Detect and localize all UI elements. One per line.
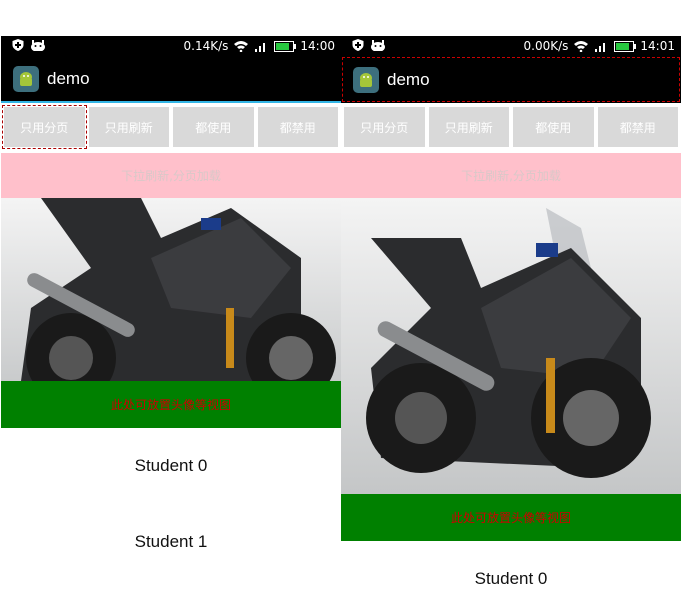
- shield-icon: [352, 39, 364, 51]
- android-icon: [371, 40, 385, 51]
- signal-icon: [595, 43, 606, 52]
- enable-all-button[interactable]: 都使用: [513, 107, 594, 147]
- battery-icon: [274, 40, 297, 52]
- wifi-icon: [234, 41, 249, 52]
- signal-icon: [255, 43, 266, 52]
- action-bar: demo: [1, 56, 341, 103]
- clock: 14:00: [300, 39, 335, 53]
- pull-refresh-hint: 下拉刷新,分页加载: [341, 153, 681, 198]
- motorcycle-image: [1, 198, 341, 381]
- pull-refresh-hint: 下拉刷新,分页加载: [1, 153, 341, 198]
- list-item[interactable]: Student 0: [341, 541, 681, 615]
- enable-all-button[interactable]: 都使用: [173, 107, 254, 147]
- status-bar: 0.00K/s 14:01: [341, 36, 681, 56]
- network-speed: 0.14K/s: [183, 39, 229, 53]
- disable-all-button[interactable]: 都禁用: [257, 107, 338, 147]
- disable-all-button[interactable]: 都禁用: [597, 107, 678, 147]
- refresh-only-button[interactable]: 只用刷新: [428, 107, 509, 147]
- clock: 14:01: [640, 39, 675, 53]
- header-view-hint: 此处可放置头像等视图: [341, 494, 681, 541]
- mode-button-row: 只用分页 只用刷新 都使用 都禁用: [341, 103, 681, 153]
- wifi-icon: [574, 41, 589, 52]
- list-item[interactable]: Student 1: [1, 504, 341, 580]
- paging-only-button[interactable]: 只用分页: [2, 105, 87, 149]
- shield-icon: [12, 39, 24, 51]
- battery-icon: [614, 40, 637, 52]
- action-bar: demo: [341, 56, 681, 103]
- phone-screen-right: 0.00K/s 14:01 demo 只用分页 只用刷新 都使用 都禁用 下拉刷…: [341, 36, 681, 615]
- paging-only-button[interactable]: 只用分页: [344, 107, 425, 147]
- list-item[interactable]: Student 0: [1, 428, 341, 504]
- app-launcher-icon[interactable]: [13, 65, 39, 92]
- refresh-only-button[interactable]: 只用刷新: [88, 107, 169, 147]
- app-launcher-icon[interactable]: [353, 66, 379, 93]
- mode-button-row: 只用分页 只用刷新 都使用 都禁用: [1, 103, 341, 153]
- motorcycle-image: [341, 198, 681, 494]
- app-title: demo: [387, 69, 430, 89]
- status-bar: 0.14K/s 14:00: [1, 36, 341, 56]
- phone-screen-left: 0.14K/s 14:00 demo 只用分页 只用刷新 都使用 都禁用 下拉刷…: [1, 36, 341, 615]
- header-view-hint: 此处可放置头像等视图: [1, 381, 341, 428]
- app-title: demo: [47, 68, 90, 88]
- android-icon: [31, 40, 45, 51]
- network-speed: 0.00K/s: [523, 39, 569, 53]
